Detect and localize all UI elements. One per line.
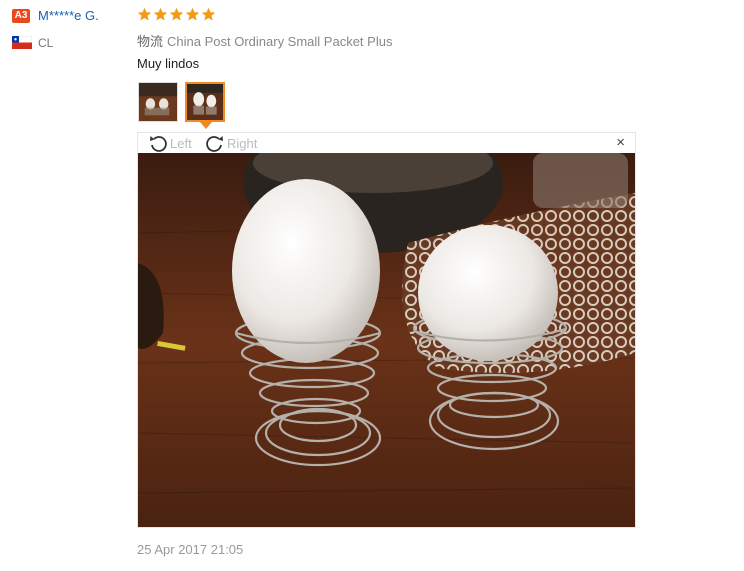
- rotate-left-label: Left: [170, 135, 192, 151]
- star-icon: [185, 7, 200, 21]
- buyer-level-badge: A3: [12, 9, 30, 23]
- chile-flag-icon: [12, 36, 32, 49]
- star-icon: [153, 7, 168, 21]
- logistics-value: China Post Ordinary Small Packet Plus: [167, 34, 393, 49]
- image-viewer-toolbar: Left Right ×: [138, 133, 635, 153]
- buyer-name-link[interactable]: M*****e G.: [38, 8, 99, 23]
- rotate-left-button[interactable]: Left: [148, 133, 192, 153]
- rotate-right-icon: [206, 136, 223, 152]
- review-date: 25 Apr 2017 21:05: [137, 542, 244, 557]
- selected-thumbnail-pointer: [200, 122, 212, 129]
- review-photo-thumbnail-1[interactable]: [138, 82, 178, 122]
- star-icon: [169, 7, 184, 21]
- star-icon: [201, 7, 216, 21]
- thumbnail-1-image: [139, 83, 177, 121]
- star-icon: [137, 7, 152, 21]
- rotate-left-icon: [150, 136, 167, 152]
- rotate-right-label: Right: [227, 135, 258, 151]
- close-viewer-button[interactable]: ×: [616, 135, 625, 151]
- logistics-label: 物流: [137, 34, 164, 49]
- rating-stars: [137, 7, 216, 25]
- review-photo-thumbnail-2[interactable]: [185, 82, 225, 122]
- thumbnail-2-image: [187, 84, 223, 120]
- rotate-right-button[interactable]: Right: [205, 133, 257, 153]
- review-photo-large: [138, 153, 635, 527]
- logistics-info: 物流 China Post Ordinary Small Packet Plus: [137, 31, 392, 50]
- buyer-country: CL: [38, 36, 54, 50]
- review-text: Muy lindos: [137, 56, 200, 71]
